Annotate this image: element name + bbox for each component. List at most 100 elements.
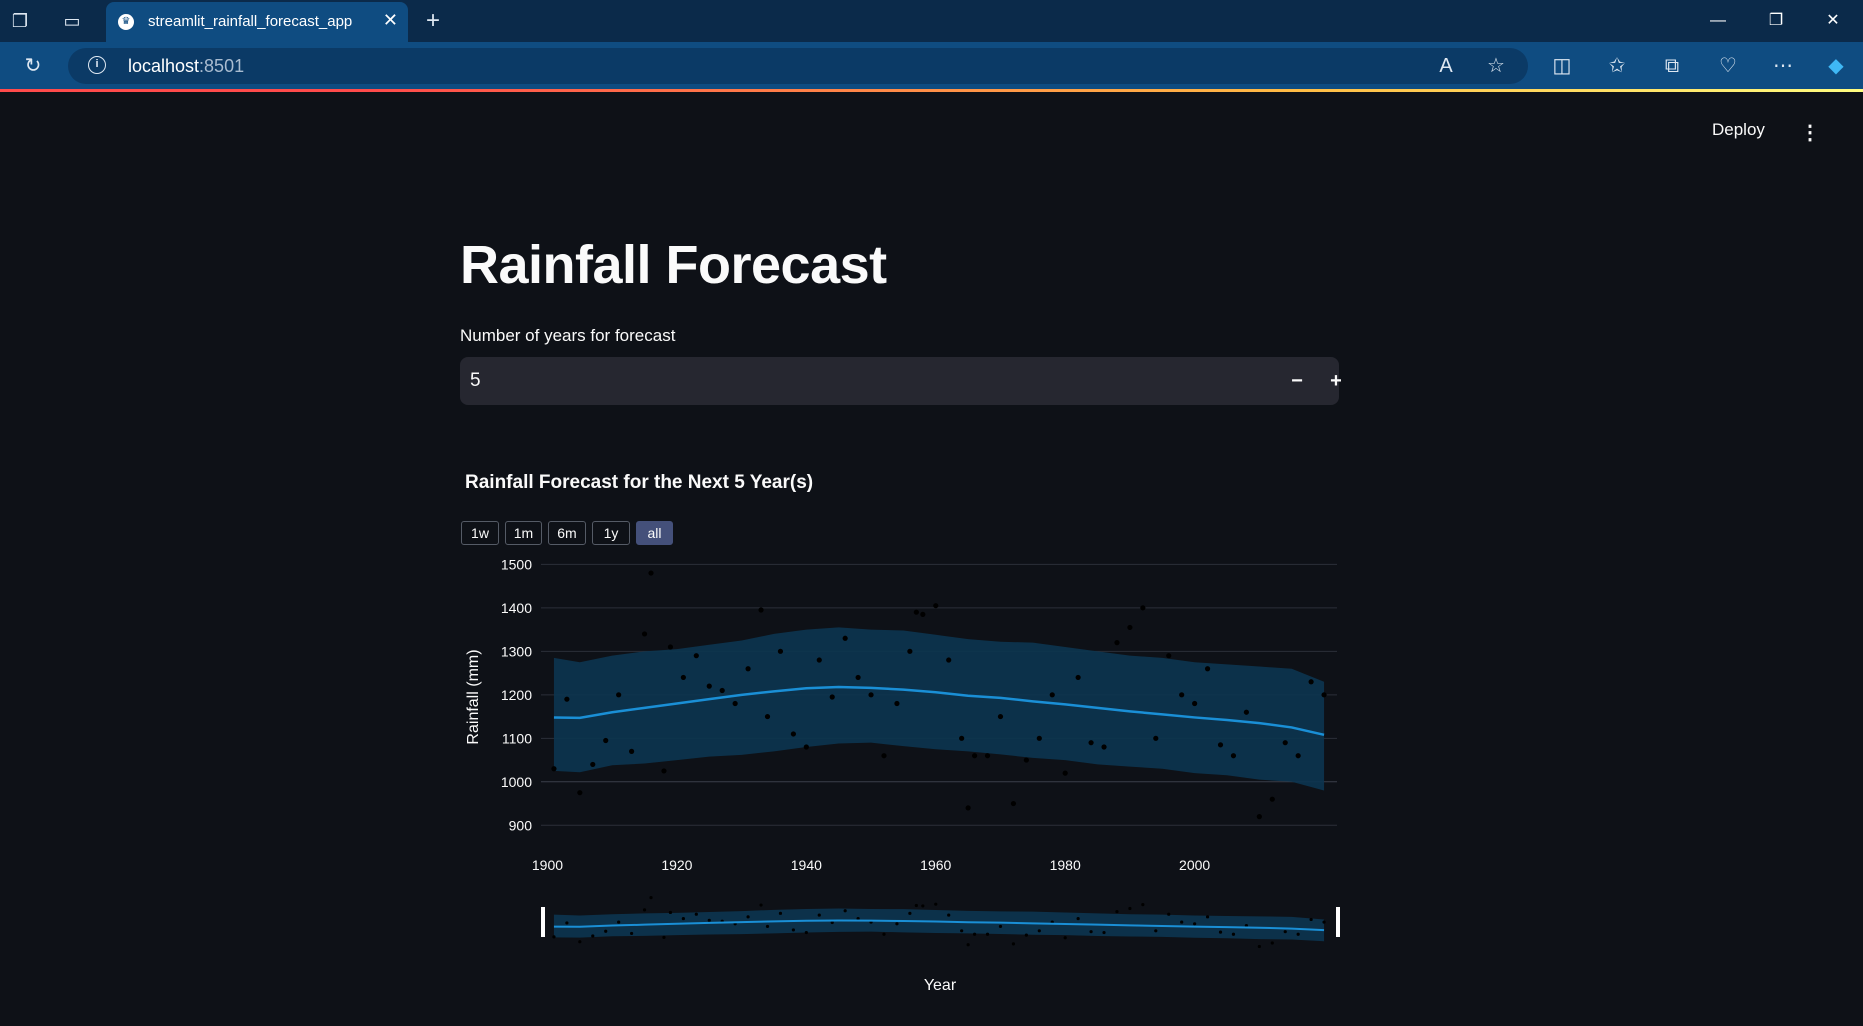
range-slider-point: [1024, 933, 1028, 937]
range-slider-left-handle[interactable]: [541, 907, 545, 937]
observed-point: [959, 735, 965, 741]
range-slider-point: [552, 935, 556, 939]
observed-point: [706, 683, 712, 689]
observed-point: [803, 744, 809, 750]
y-tick-label: 1500: [501, 556, 532, 572]
range-slider-point: [972, 932, 977, 936]
range-slider-point: [778, 911, 783, 915]
observed-point: [1230, 753, 1237, 759]
range-slider-point: [1063, 936, 1067, 940]
observed-point: [732, 700, 738, 707]
range-slider-point: [1037, 929, 1041, 933]
range-slider-point: [1296, 932, 1300, 936]
range-slider-point: [985, 932, 990, 936]
range-slider-right-handle[interactable]: [1336, 907, 1340, 937]
observed-point: [661, 768, 667, 774]
observed-point: [1127, 624, 1133, 631]
uncertainty-band: [553, 627, 1325, 791]
range-slider-point: [998, 924, 1003, 929]
observed-point: [1153, 735, 1159, 741]
observed-point: [1308, 679, 1314, 685]
observed-point: [984, 753, 991, 759]
observed-point: [842, 635, 848, 641]
range-slider-point: [1154, 929, 1158, 933]
range-slider-point: [1193, 922, 1197, 926]
range-slider-point: [1115, 909, 1119, 914]
observed-point: [616, 692, 622, 698]
observed-point: [1179, 692, 1185, 698]
range-slider-point: [914, 903, 918, 908]
y-tick-label: 1000: [501, 774, 532, 790]
range-slider-point: [694, 912, 698, 916]
observed-point: [1295, 753, 1301, 759]
range-slider-point: [1205, 915, 1210, 919]
observed-point: [1269, 796, 1275, 802]
range-slider-point: [591, 934, 595, 938]
observed-point: [1140, 605, 1146, 611]
observed-point: [933, 603, 939, 609]
observed-point: [1088, 740, 1094, 746]
range-slider-point: [630, 931, 634, 936]
range-slider-point: [843, 909, 847, 913]
observed-point: [997, 713, 1004, 720]
range-slider-point: [746, 915, 750, 919]
range-slider-point: [649, 896, 653, 900]
range-slider-point: [565, 921, 569, 925]
range-slider-point: [1011, 942, 1016, 946]
observed-point: [790, 731, 796, 737]
range-slider-point: [707, 918, 711, 922]
range-slider-point: [1089, 930, 1093, 934]
observed-point: [1114, 640, 1120, 646]
y-tick-label: 1200: [501, 687, 532, 703]
range-slider-point: [895, 922, 899, 926]
observed-point: [1321, 692, 1327, 698]
observed-point: [881, 753, 887, 759]
range-slider-point: [1322, 920, 1326, 924]
observed-point: [564, 696, 570, 702]
x-tick-label: 1960: [920, 857, 951, 873]
range-slider-point: [668, 910, 673, 915]
range-slider-point: [1141, 903, 1145, 907]
observed-point: [894, 700, 900, 707]
range-slider-point: [642, 908, 647, 912]
range-slider-point: [765, 924, 770, 929]
range-slider-point: [604, 929, 608, 933]
observed-point: [1062, 770, 1068, 776]
observed-point: [816, 657, 822, 663]
observed-point: [764, 713, 771, 720]
observed-point: [1166, 653, 1172, 659]
range-slider-point: [681, 916, 685, 921]
y-tick-label: 1300: [501, 643, 532, 659]
observed-point: [1049, 692, 1055, 698]
range-slider-point: [947, 913, 951, 917]
observed-point: [629, 748, 635, 754]
observed-point: [693, 653, 699, 659]
range-slider-point: [804, 930, 808, 935]
observed-point: [1101, 744, 1107, 750]
range-slider-point: [617, 920, 621, 924]
observed-point: [719, 687, 725, 694]
x-tick-label: 2000: [1179, 857, 1210, 873]
range-slider-point: [817, 913, 821, 917]
range-slider-point: [1309, 917, 1313, 922]
observed-point: [745, 666, 751, 672]
observed-point: [577, 790, 583, 796]
x-axis-label: Year: [924, 977, 957, 994]
range-slider-point: [791, 928, 795, 932]
range-slider-point: [921, 904, 925, 908]
y-tick-label: 1100: [502, 730, 532, 746]
range-slider-point: [1128, 906, 1132, 911]
range-slider-point: [1218, 930, 1223, 934]
rainfall-forecast-chart[interactable]: 900 1000 1100 1200 1300 1400 1500 1900 1920 1940 1…: [0, 0, 1863, 1026]
observed-point: [971, 753, 978, 759]
range-slider-point: [1180, 920, 1184, 924]
y-axis-label: Rainfall (mm): [465, 649, 482, 744]
observed-point: [868, 692, 874, 698]
observed-point: [680, 674, 686, 681]
observed-point: [758, 607, 764, 613]
range-slider-point: [1283, 930, 1287, 934]
range-slider-point: [908, 911, 912, 915]
observed-point: [590, 761, 596, 768]
observed-point: [603, 737, 609, 744]
observed-point: [1282, 740, 1288, 746]
